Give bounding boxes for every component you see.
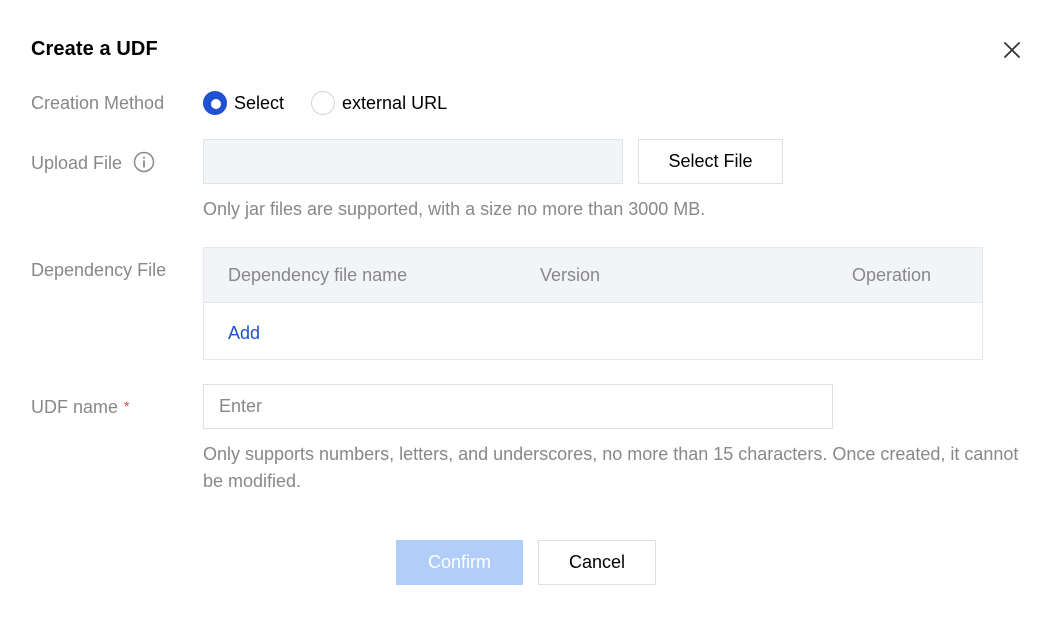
- cancel-button[interactable]: Cancel: [538, 540, 656, 585]
- upload-file-input[interactable]: [203, 139, 623, 184]
- radio-select-label: Select: [234, 92, 285, 113]
- udf-name-label-row: UDF name *: [31, 397, 129, 418]
- dependency-table-header: Dependency file name Version Operation: [204, 248, 982, 303]
- dependency-file-label: Dependency File: [31, 260, 167, 280]
- dialog-title: Create a UDF: [31, 38, 158, 60]
- create-udf-dialog: Create a UDF Creation Method Select exte…: [0, 0, 1056, 620]
- upload-file-label: Upload File: [31, 153, 123, 173]
- close-icon: [1004, 42, 1020, 58]
- radio-external-url-label: external URL: [342, 92, 448, 113]
- select-file-button[interactable]: Select File: [638, 139, 783, 184]
- column-header-operation: Operation: [852, 265, 932, 285]
- close-button[interactable]: [1000, 38, 1024, 62]
- add-dependency-link[interactable]: Add: [228, 323, 260, 344]
- udf-name-input[interactable]: [203, 384, 833, 429]
- info-icon[interactable]: [133, 151, 155, 173]
- creation-method-label: Creation Method: [31, 93, 165, 113]
- dependency-table-body: Add: [204, 303, 982, 359]
- creation-method-radio-group: Select external URL: [203, 91, 474, 115]
- upload-file-hint: Only jar files are supported, with a siz…: [203, 199, 706, 219]
- udf-name-label: UDF name: [31, 397, 119, 417]
- confirm-button[interactable]: Confirm: [396, 540, 523, 585]
- column-header-dependency-file-name: Dependency file name: [228, 265, 408, 285]
- udf-name-hint: Only supports numbers, letters, and unde…: [203, 444, 1019, 491]
- radio-external-url[interactable]: external URL: [311, 91, 447, 115]
- upload-file-label-row: Upload File: [31, 151, 155, 174]
- dependency-file-table: Dependency file name Version Operation A…: [203, 247, 983, 360]
- radio-select-indicator[interactable]: [203, 91, 227, 115]
- radio-select[interactable]: Select: [203, 91, 284, 115]
- column-header-version: Version: [540, 265, 601, 285]
- radio-external-url-indicator[interactable]: [311, 91, 336, 115]
- required-mark: *: [124, 398, 130, 414]
